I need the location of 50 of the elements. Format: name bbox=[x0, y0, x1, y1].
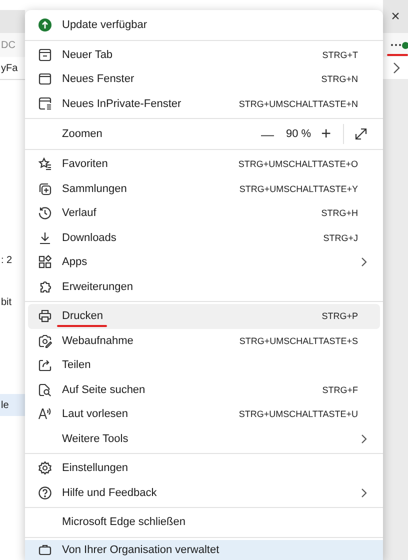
fullscreen-icon[interactable] bbox=[354, 127, 368, 141]
page-text-fragment: le bbox=[0, 394, 25, 416]
zoom-level: 90 % bbox=[286, 128, 312, 140]
menu-item[interactable]: Sammlungen STRG+UMSCHALTTASTE+Y bbox=[28, 176, 380, 201]
share-icon bbox=[38, 358, 52, 372]
page-text-fragment: DC bbox=[0, 33, 25, 57]
tab-icon bbox=[38, 48, 52, 62]
apps-icon bbox=[38, 255, 52, 270]
gear-icon bbox=[38, 461, 52, 476]
capture-icon bbox=[38, 334, 52, 348]
menu-item[interactable]: Favoriten STRG+UMSCHALTTASTE+O bbox=[28, 152, 380, 176]
menu-item[interactable]: Verlauf STRG+H bbox=[28, 201, 380, 226]
page-text-fragment: bit bbox=[0, 296, 13, 310]
menu-item[interactable]: Teilen bbox=[28, 353, 380, 378]
menu-item[interactable]: Einstellungen bbox=[28, 456, 380, 480]
menu-item[interactable]: Drucken STRG+P bbox=[28, 304, 380, 328]
zoom-out-button[interactable]: — bbox=[254, 126, 280, 142]
inprivate-icon bbox=[38, 96, 52, 111]
star-icon bbox=[38, 157, 52, 172]
printer-icon bbox=[38, 309, 52, 324]
managed-by-organization-item[interactable]: Von Ihrer Organisation verwaltet bbox=[25, 540, 383, 560]
find-icon bbox=[38, 382, 52, 397]
chevron-right-icon bbox=[392, 62, 400, 74]
collections-icon bbox=[38, 182, 52, 196]
menu-item[interactable]: Erweiterungen bbox=[28, 274, 380, 299]
menu-item[interactable]: Neues Fenster STRG+N bbox=[28, 67, 380, 92]
help-icon bbox=[38, 486, 52, 500]
briefcase-icon bbox=[38, 542, 52, 557]
puzzle-icon bbox=[38, 280, 52, 294]
menu-item[interactable]: Microsoft Edge schließen bbox=[28, 510, 380, 534]
menu-item[interactable]: Webaufnahme STRG+UMSCHALTTASTE+S bbox=[28, 328, 380, 353]
menu-item[interactable]: Weitere Tools bbox=[28, 426, 380, 451]
tab-bar bbox=[0, 10, 25, 33]
menu-item[interactable]: Hilfe und Feedback bbox=[28, 480, 380, 505]
menu-item[interactable]: Apps bbox=[28, 250, 380, 274]
menu-item[interactable]: Neuer Tab STRG+T bbox=[28, 42, 380, 67]
close-button[interactable]: × bbox=[391, 8, 400, 25]
page-text-fragment: : 2 bbox=[0, 254, 14, 268]
menu-item[interactable]: Laut vorlesen STRG+UMSCHALTTASTE+U bbox=[28, 402, 380, 426]
read-icon bbox=[38, 407, 52, 422]
download-icon bbox=[38, 230, 52, 245]
menu-item[interactable]: Auf Seite suchen STRG+F bbox=[28, 378, 380, 402]
zoom-label: Zoomen bbox=[62, 128, 102, 140]
ellipsis-icon bbox=[390, 43, 402, 47]
history-icon bbox=[38, 206, 52, 220]
update-menu-item[interactable]: Update verfügbar bbox=[28, 13, 380, 38]
window-icon bbox=[38, 72, 52, 86]
menu-item[interactable]: Neues InPrivate-Fenster STRG+UMSCHALTTASTE+N bbox=[28, 92, 380, 116]
menu-item[interactable]: Downloads STRG+J bbox=[28, 226, 380, 250]
zoom-in-button[interactable]: + bbox=[315, 124, 337, 144]
